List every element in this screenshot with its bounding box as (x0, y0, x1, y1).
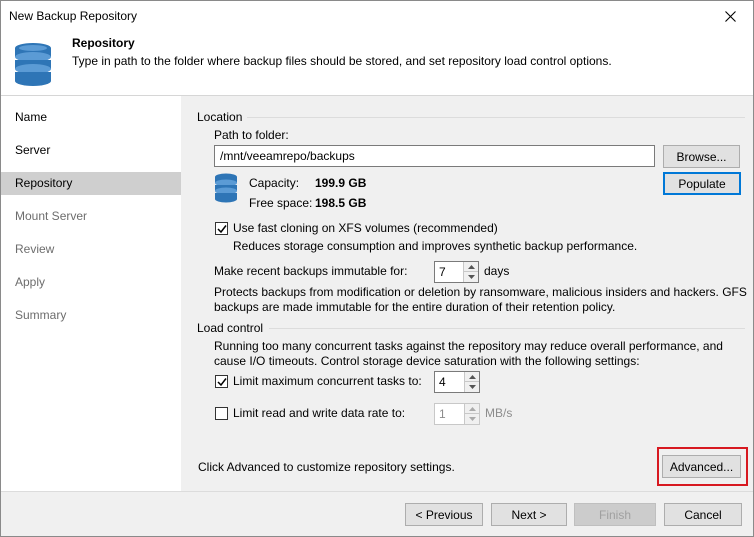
limit-rate-value: 1 (439, 407, 446, 421)
window-title: New Backup Repository (9, 9, 138, 23)
next-button[interactable]: Next > (491, 503, 567, 526)
title-bar: New Backup Repository (1, 1, 753, 31)
capacity-label: Capacity: (249, 176, 300, 190)
browse-button[interactable]: Browse... (663, 145, 740, 168)
advanced-button-highlight (657, 447, 748, 486)
advanced-hint: Click Advanced to customize repository s… (198, 460, 455, 474)
wizard-header: Repository Type in path to the folder wh… (1, 31, 753, 91)
wizard-footer: < Previous Next > Finish Cancel (1, 491, 753, 536)
path-input[interactable]: /mnt/veeamrepo/backups (214, 145, 655, 167)
chevron-up-icon (468, 406, 476, 411)
spin-up-button[interactable] (465, 404, 479, 414)
capacity-value: 199.9 GB (315, 176, 367, 190)
storage-icon (215, 173, 237, 203)
wizard-steps-sidebar: Name Server Repository Mount Server Revi… (1, 96, 181, 491)
finish-button: Finish (574, 503, 656, 526)
sidebar-item-repository[interactable]: Repository (1, 172, 181, 195)
immutable-description-line2: backups are made immutable for the entir… (214, 300, 616, 314)
sidebar-item-apply: Apply (15, 275, 46, 289)
fast-clone-description: Reduces storage consumption and improves… (233, 239, 638, 253)
spin-down-button[interactable] (465, 382, 479, 392)
location-section-line (247, 117, 745, 118)
location-section-label: Location (197, 110, 243, 124)
previous-button[interactable]: < Previous (405, 503, 483, 526)
chevron-down-icon (468, 385, 476, 389)
chevron-down-icon (468, 417, 476, 421)
database-icon (15, 43, 51, 86)
load-control-description-line1: Running too many concurrent tasks agains… (214, 339, 723, 353)
checkmark-icon (216, 224, 227, 233)
sidebar-item-review: Review (15, 242, 55, 256)
limit-rate-label: Limit read and write data rate to: (233, 406, 406, 420)
close-button[interactable] (707, 1, 753, 31)
checkmark-icon (216, 377, 227, 386)
populate-button[interactable]: Populate (663, 172, 741, 195)
chevron-up-icon (467, 264, 475, 269)
sidebar-item-server[interactable]: Server (1, 139, 181, 162)
immutable-unit: days (484, 264, 510, 278)
load-control-section-line (269, 328, 745, 329)
immutable-description-line1: Protects backups from modification or de… (214, 285, 747, 299)
limit-tasks-value: 4 (439, 375, 446, 389)
load-control-description-line2: cause I/O timeouts. Control storage devi… (214, 354, 640, 368)
new-backup-repository-window: New Backup Repository Repository Type in… (0, 0, 754, 537)
fast-clone-checkbox[interactable] (215, 222, 228, 235)
fast-clone-label: Use fast cloning on XFS volumes (recomme… (233, 221, 498, 235)
path-to-folder-label: Path to folder: (214, 128, 289, 142)
close-icon (724, 10, 736, 22)
load-control-section-label: Load control (197, 321, 264, 335)
free-space-value: 198.5 GB (315, 196, 367, 210)
sidebar-item-name[interactable]: Name (1, 106, 181, 129)
limit-rate-unit: MB/s (485, 406, 513, 420)
limit-tasks-label: Limit maximum concurrent tasks to: (233, 374, 422, 388)
cancel-button[interactable]: Cancel (664, 503, 742, 526)
free-space-label: Free space: (249, 196, 313, 210)
limit-rate-checkbox[interactable] (215, 407, 228, 420)
spin-up-button[interactable] (464, 262, 478, 272)
immutable-days-stepper[interactable]: 7 (434, 261, 479, 283)
spin-up-button[interactable] (465, 372, 479, 382)
page-title: Repository (72, 36, 135, 50)
limit-tasks-checkbox[interactable] (215, 375, 228, 388)
sidebar-item-mount-server: Mount Server (15, 209, 88, 223)
limit-rate-stepper[interactable]: 1 (434, 403, 480, 425)
repository-settings-panel: Location Path to folder: /mnt/veeamrepo/… (181, 96, 753, 491)
immutable-label: Make recent backups immutable for: (214, 264, 408, 278)
spin-down-button[interactable] (464, 272, 478, 282)
chevron-down-icon (467, 275, 475, 279)
spin-down-button[interactable] (465, 414, 479, 424)
chevron-up-icon (468, 374, 476, 379)
limit-tasks-stepper[interactable]: 4 (434, 371, 480, 393)
page-description: Type in path to the folder where backup … (72, 54, 612, 68)
immutable-days-value: 7 (439, 265, 446, 279)
sidebar-item-summary: Summary (15, 308, 67, 322)
